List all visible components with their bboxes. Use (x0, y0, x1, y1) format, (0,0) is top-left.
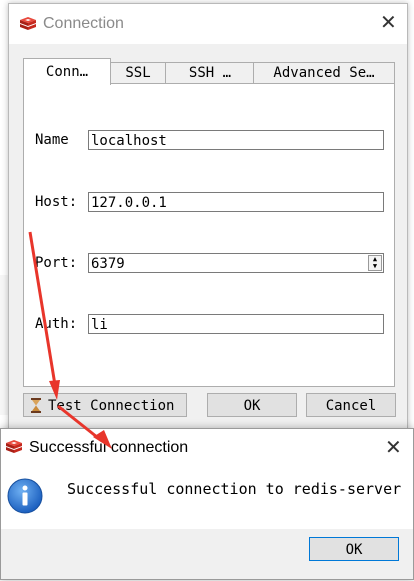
port-stepper[interactable]: 6379 ▲ ▼ (88, 253, 384, 273)
success-title: Successful connection (29, 439, 189, 456)
port-label: Port: (35, 255, 78, 271)
spin-down-icon[interactable]: ▼ (369, 263, 381, 270)
test-connection-button[interactable]: Test Connection (23, 393, 187, 417)
auth-label: Auth: (35, 316, 78, 332)
tab-connection[interactable]: Conn… (23, 58, 111, 85)
hourglass-icon (31, 398, 41, 413)
connection-settings-panel: Name localhost Host: 127.0.0.1 Port: 637… (23, 83, 395, 387)
port-value: 6379 (91, 256, 125, 272)
success-footer: OK (1, 529, 413, 579)
name-input[interactable]: localhost (88, 130, 384, 150)
success-ok-button[interactable]: OK (309, 537, 399, 561)
connection-dialog: Connection ✕ Conn… SSL SSH … Advanced Se… (8, 3, 408, 431)
host-label: Host: (35, 194, 78, 210)
auth-input[interactable]: li (88, 314, 384, 334)
tab-strip: Conn… SSL SSH … Advanced Se… (23, 58, 395, 85)
tab-advanced-settings[interactable]: Advanced Se… (253, 62, 395, 84)
success-message: Successful connection to redis-server (67, 480, 402, 498)
host-input[interactable]: 127.0.0.1 (88, 192, 384, 212)
cancel-button[interactable]: Cancel (306, 393, 396, 417)
tab-ssh[interactable]: SSH … (165, 62, 255, 84)
tab-ssl[interactable]: SSL (109, 62, 167, 84)
ok-button[interactable]: OK (207, 393, 297, 417)
success-dialog: Successful connection ✕ Successful conne… (0, 428, 414, 580)
connection-titlebar: Connection ✕ (9, 4, 407, 44)
info-icon (7, 478, 43, 514)
port-spin-buttons[interactable]: ▲ ▼ (368, 255, 382, 271)
close-icon[interactable]: ✕ (385, 437, 402, 459)
connection-title: Connection (43, 15, 124, 32)
name-label: Name (35, 132, 69, 148)
redis-logo-icon (20, 17, 36, 30)
test-connection-label: Test Connection (48, 398, 175, 414)
close-icon[interactable]: ✕ (380, 12, 397, 34)
redis-logo-icon (6, 440, 22, 453)
